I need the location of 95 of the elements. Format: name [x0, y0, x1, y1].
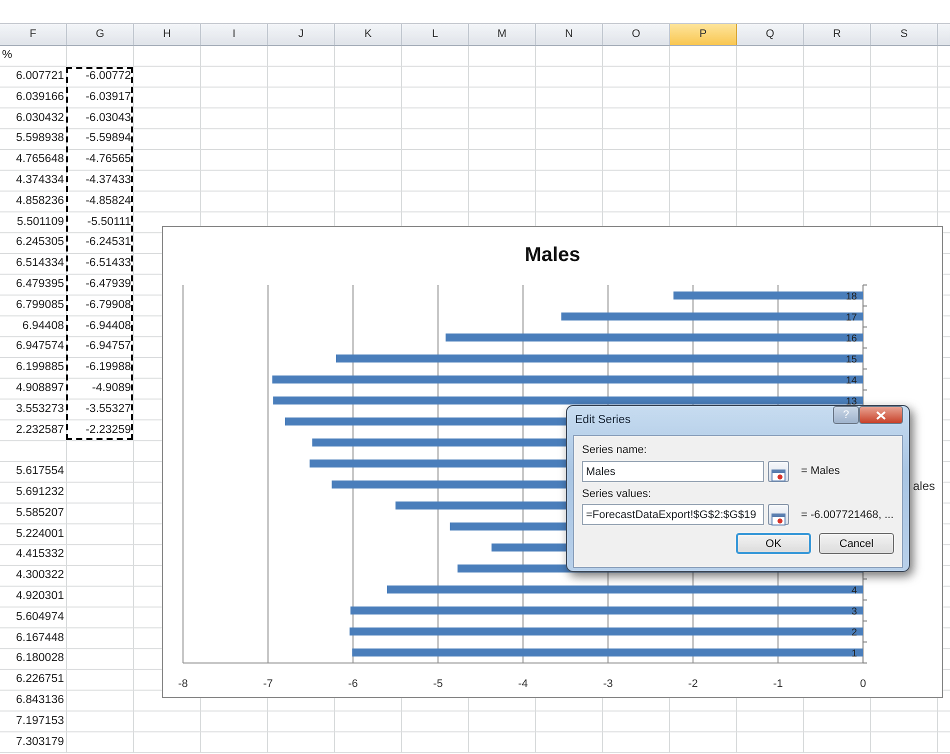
axis-label: -6	[348, 678, 358, 690]
axis-label: -3	[603, 678, 613, 690]
table-cell-text: -4.37433	[84, 173, 132, 188]
table-cell-text: 5.604974	[15, 610, 65, 625]
column-header[interactable]: L	[402, 24, 469, 45]
range-select-icon	[771, 468, 786, 484]
table-cell-text: 7.303179	[15, 734, 65, 750]
category-label: 4	[851, 586, 857, 596]
result-text: = -6.007721468, ...	[801, 508, 894, 522]
column-header[interactable]: G	[67, 24, 134, 45]
column-header[interactable]: Q	[737, 24, 804, 45]
table-cell-text: -6.94408	[84, 318, 132, 334]
range-select-icon	[771, 512, 786, 527]
table-cell-text: -4.85824	[84, 194, 132, 209]
table-cell-text: 6.039166	[15, 90, 65, 105]
table-cell-text: -6.03917	[84, 90, 132, 105]
table-cell-text: 4.374334	[15, 173, 65, 188]
category-label: 17	[846, 312, 857, 324]
table-cell-text: 6.479395	[15, 277, 65, 292]
table-cell-text: -5.50111	[86, 214, 132, 230]
axis-label: -2	[688, 678, 698, 690]
axis-label: 0	[860, 678, 866, 690]
ok-button[interactable]: OK	[736, 533, 811, 554]
field-label: Series name:	[582, 443, 648, 458]
table-cell-text: -6.51433	[84, 256, 132, 272]
column-header[interactable]: N	[536, 24, 603, 45]
collapse-button[interactable]	[768, 504, 789, 526]
table-cell-text: -6.00772	[84, 69, 132, 84]
axis-label: -5	[433, 678, 443, 690]
table-cell-text: 6.94408	[21, 318, 65, 334]
close-icon	[876, 410, 886, 420]
input-field[interactable]: Males	[582, 460, 764, 482]
table-cell-text: -3.55327	[84, 402, 132, 417]
axis-label: -8	[178, 678, 188, 690]
table-cell-text: -4.9089	[90, 381, 132, 396]
table-cell-text: 7.197153	[15, 714, 65, 729]
table-cell-text: 2.232587	[15, 422, 65, 438]
axis-label: -4	[518, 678, 528, 690]
column-header[interactable]: R	[804, 24, 871, 45]
cancel-button[interactable]: Cancel	[819, 533, 894, 554]
table-cell-text: -6.94757	[84, 339, 132, 354]
collapse-button[interactable]	[768, 460, 789, 482]
column-header[interactable]: F	[0, 24, 67, 45]
field-label: Series values:	[582, 486, 652, 502]
column-header[interactable]: P	[670, 24, 737, 45]
category-label: 1	[851, 648, 857, 660]
table-cell-text: %	[1, 48, 14, 64]
table-cell-text: 6.167448	[15, 630, 65, 646]
close-button[interactable]	[859, 406, 903, 424]
table-cell-text: 5.598938	[15, 131, 65, 146]
table-cell-text: 4.765648	[15, 152, 65, 168]
table-cell-text: 4.908897	[15, 381, 65, 396]
column-header[interactable]: K	[335, 24, 402, 45]
result-text: = Males	[801, 464, 840, 479]
table-cell-text: 4.415332	[15, 547, 65, 562]
table-cell-text: 4.858236	[15, 194, 65, 209]
table-cell-text: 6.514334	[15, 256, 65, 272]
table-cell-text: 6.799085	[15, 298, 65, 313]
legend-label: ales	[913, 478, 936, 495]
table-cell-text: -2.23259	[84, 422, 132, 438]
column-header[interactable]: I	[201, 24, 268, 45]
category-label: 2	[851, 628, 857, 638]
table-cell-text: 5.691232	[15, 485, 65, 500]
axis-label: -1	[773, 678, 783, 690]
table-cell-text: -6.79908	[84, 298, 132, 313]
table-cell-text: 5.585207	[15, 506, 65, 521]
table-cell-text: 5.501109	[16, 214, 65, 230]
table-cell-text: 5.224001	[15, 526, 65, 542]
table-cell-text: 4.300322	[15, 568, 65, 584]
table-cell-text: 6.007721	[15, 69, 65, 84]
input-field[interactable]: =ForecastDataExport!$G$2:$G$19	[582, 504, 764, 526]
table-cell-text: 6.199885	[15, 360, 65, 376]
table-cell-text: -5.59894	[84, 131, 132, 146]
table-cell-text: 5.617554	[15, 464, 65, 480]
table-cell-text: 6.947574	[15, 339, 65, 354]
chart-title: Males	[524, 244, 580, 266]
table-cell-text: -6.19988	[84, 360, 132, 376]
table-cell-text: 6.226751	[15, 672, 65, 688]
table-cell-text: -4.76565	[84, 152, 132, 168]
axis-label: -7	[263, 678, 273, 690]
table-cell-text: 6.180028	[15, 651, 65, 666]
dialog-title: Edit Series	[574, 413, 632, 428]
table-cell-text: 4.920301	[15, 588, 65, 604]
column-header[interactable]: S	[871, 24, 938, 45]
table-cell-text: -6.24531	[84, 235, 132, 250]
table-cell-text: -6.03043	[84, 110, 132, 126]
table-cell-text: 3.553273	[15, 402, 65, 417]
column-header[interactable]: J	[268, 24, 335, 45]
table-cell-text: 6.030432	[15, 110, 65, 126]
table-cell-text: 6.843136	[15, 692, 65, 708]
table-cell-text: 6.245305	[15, 235, 65, 250]
table-cell-text: -6.47939	[84, 277, 132, 292]
column-header[interactable]: H	[134, 24, 201, 45]
column-header[interactable]: M	[469, 24, 536, 45]
category-label: 14	[846, 376, 857, 386]
